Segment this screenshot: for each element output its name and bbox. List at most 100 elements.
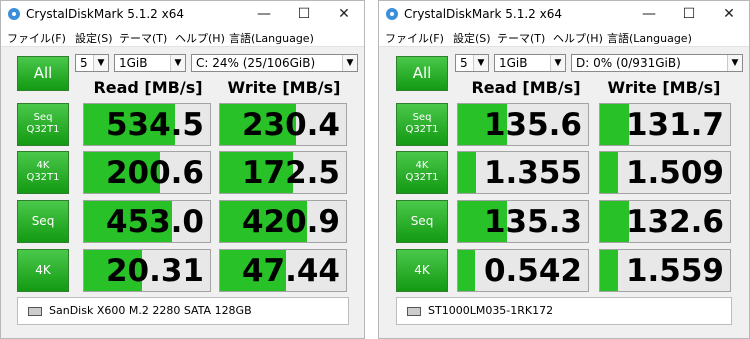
result-write-seq: 132.6 bbox=[599, 200, 731, 243]
close-button[interactable]: ✕ bbox=[324, 1, 364, 28]
all-button[interactable]: All bbox=[17, 56, 69, 91]
write-value: 230.4 bbox=[241, 107, 340, 143]
drive-model-label: ST1000LM035-1RK172 bbox=[428, 304, 554, 317]
chevron-down-icon: ▼ bbox=[93, 55, 108, 71]
test-label-line: Q32T1 bbox=[405, 124, 439, 135]
test-label-line: 4K bbox=[414, 263, 430, 277]
test-label-line: Q32T1 bbox=[26, 124, 60, 135]
title-bar[interactable]: CrystalDiskMark 5.1.2 x64 — ☐ ✕ bbox=[379, 1, 749, 28]
all-button[interactable]: All bbox=[396, 56, 448, 91]
status-bar: SanDisk X600 M.2 2280 SATA 128GB bbox=[17, 297, 349, 325]
result-read-seq-q32t1: 135.6 bbox=[457, 103, 589, 146]
result-read-seq-q32t1: 534.5 bbox=[83, 103, 211, 146]
result-write-4k-q32t1: 172.5 bbox=[219, 151, 347, 194]
write-value: 131.7 bbox=[625, 107, 724, 143]
maximize-button[interactable]: ☐ bbox=[669, 1, 709, 28]
test-label-line: 4K bbox=[35, 263, 51, 277]
size-select[interactable]: 1GiB ▼ bbox=[494, 54, 566, 72]
write-level-bar bbox=[600, 152, 619, 193]
drive-select[interactable]: D: 0% (0/931GiB) ▼ bbox=[571, 54, 743, 72]
result-write-seq: 420.9 bbox=[219, 200, 347, 243]
drive-select-value: C: 24% (25/106GiB) bbox=[196, 56, 316, 70]
result-write-seq-q32t1: 230.4 bbox=[219, 103, 347, 146]
read-level-bar bbox=[458, 250, 475, 291]
test-label-line: Seq bbox=[31, 214, 55, 228]
test-button-seq[interactable]: Seq bbox=[396, 200, 448, 243]
minimize-button[interactable]: — bbox=[244, 1, 284, 28]
drive-model-label: SanDisk X600 M.2 2280 SATA 128GB bbox=[49, 304, 252, 317]
write-value: 420.9 bbox=[241, 204, 340, 240]
crystaldiskmark-window-hdd: CrystalDiskMark 5.1.2 x64 — ☐ ✕ ファイル(F) … bbox=[378, 0, 750, 339]
chevron-down-icon: ▼ bbox=[170, 55, 185, 71]
count-select-value: 5 bbox=[460, 56, 468, 70]
window-title: CrystalDiskMark 5.1.2 x64 bbox=[26, 7, 184, 21]
write-level-bar bbox=[600, 104, 629, 145]
read-value: 1.355 bbox=[483, 155, 582, 191]
menu-bar: ファイル(F) 設定(S) テーマ(T) ヘルプ(H) 言語(Language) bbox=[1, 28, 364, 47]
chevron-down-icon: ▼ bbox=[473, 55, 488, 71]
test-button-seq-q32t1[interactable]: Seq Q32T1 bbox=[17, 103, 69, 146]
result-read-seq: 135.3 bbox=[457, 200, 589, 243]
test-label-line: Seq bbox=[410, 214, 434, 228]
menu-settings[interactable]: 設定(S) bbox=[453, 30, 491, 46]
count-select[interactable]: 5 ▼ bbox=[455, 54, 489, 72]
result-read-4k: 0.542 bbox=[457, 249, 589, 292]
maximize-button[interactable]: ☐ bbox=[284, 1, 324, 28]
read-header: Read [MB/s] bbox=[471, 78, 581, 97]
test-label-line: Seq bbox=[33, 112, 53, 123]
minimize-button[interactable]: — bbox=[629, 1, 669, 28]
read-header: Read [MB/s] bbox=[93, 78, 203, 97]
result-write-seq-q32t1: 131.7 bbox=[599, 103, 731, 146]
result-read-4k-q32t1: 1.355 bbox=[457, 151, 589, 194]
write-value: 1.509 bbox=[625, 155, 724, 191]
menu-language[interactable]: 言語(Language) bbox=[229, 30, 314, 46]
size-select-value: 1GiB bbox=[119, 56, 148, 70]
write-value: 47.44 bbox=[241, 253, 340, 289]
test-button-seq[interactable]: Seq bbox=[17, 200, 69, 243]
test-button-4k-q32t1[interactable]: 4K Q32T1 bbox=[396, 151, 448, 194]
test-button-4k-q32t1[interactable]: 4K Q32T1 bbox=[17, 151, 69, 194]
chevron-down-icon: ▼ bbox=[550, 55, 565, 71]
status-bar: ST1000LM035-1RK172 bbox=[396, 297, 732, 325]
write-header: Write [MB/s] bbox=[607, 78, 721, 97]
title-bar[interactable]: CrystalDiskMark 5.1.2 x64 — ☐ ✕ bbox=[1, 1, 364, 28]
menu-file[interactable]: ファイル(F) bbox=[7, 30, 66, 46]
write-header: Write [MB/s] bbox=[227, 78, 341, 97]
result-read-seq: 453.0 bbox=[83, 200, 211, 243]
read-value: 453.0 bbox=[105, 204, 204, 240]
result-read-4k: 20.31 bbox=[83, 249, 211, 292]
menu-file[interactable]: ファイル(F) bbox=[385, 30, 444, 46]
menu-bar: ファイル(F) 設定(S) テーマ(T) ヘルプ(H) 言語(Language) bbox=[379, 28, 749, 47]
write-value: 1.559 bbox=[625, 253, 724, 289]
close-button[interactable]: ✕ bbox=[709, 1, 749, 28]
write-value: 172.5 bbox=[241, 155, 340, 191]
test-button-seq-q32t1[interactable]: Seq Q32T1 bbox=[396, 103, 448, 146]
count-select[interactable]: 5 ▼ bbox=[75, 54, 109, 72]
test-button-4k[interactable]: 4K bbox=[396, 249, 448, 292]
drive-select[interactable]: C: 24% (25/106GiB) ▼ bbox=[191, 54, 358, 72]
read-level-bar bbox=[458, 152, 477, 193]
read-value: 200.6 bbox=[105, 155, 204, 191]
read-value: 534.5 bbox=[105, 107, 204, 143]
menu-language[interactable]: 言語(Language) bbox=[607, 30, 692, 46]
test-button-4k[interactable]: 4K bbox=[17, 249, 69, 292]
menu-help[interactable]: ヘルプ(H) bbox=[553, 30, 603, 46]
menu-theme[interactable]: テーマ(T) bbox=[119, 30, 167, 46]
app-icon bbox=[386, 8, 398, 20]
menu-settings[interactable]: 設定(S) bbox=[75, 30, 113, 46]
write-level-bar bbox=[600, 250, 619, 291]
result-write-4k: 1.559 bbox=[599, 249, 731, 292]
result-write-4k: 47.44 bbox=[219, 249, 347, 292]
read-value: 0.542 bbox=[483, 253, 582, 289]
size-select[interactable]: 1GiB ▼ bbox=[114, 54, 186, 72]
menu-help[interactable]: ヘルプ(H) bbox=[175, 30, 225, 46]
result-write-4k-q32t1: 1.509 bbox=[599, 151, 731, 194]
menu-theme[interactable]: テーマ(T) bbox=[497, 30, 545, 46]
drive-icon bbox=[28, 306, 42, 316]
result-read-4k-q32t1: 200.6 bbox=[83, 151, 211, 194]
count-select-value: 5 bbox=[80, 56, 88, 70]
write-value: 132.6 bbox=[625, 204, 724, 240]
window-title: CrystalDiskMark 5.1.2 x64 bbox=[404, 7, 562, 21]
test-label-line: 4K bbox=[415, 160, 429, 171]
drive-select-value: D: 0% (0/931GiB) bbox=[576, 56, 681, 70]
